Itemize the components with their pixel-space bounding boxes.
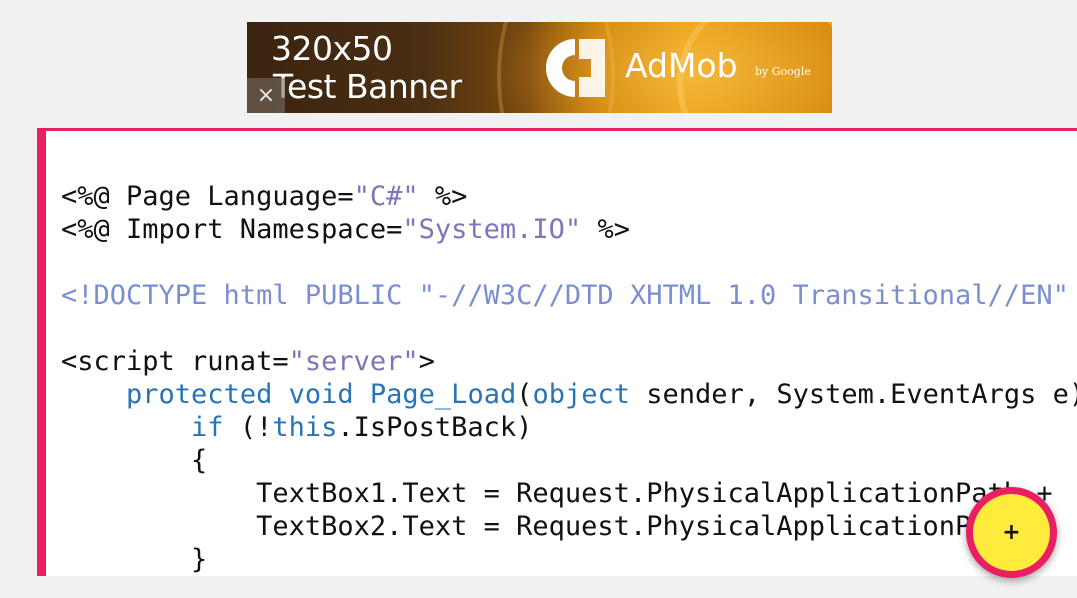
accent-bar	[37, 131, 46, 576]
code-token: .IsPostBack)	[337, 412, 533, 443]
ad-test-label: Test Banner	[273, 67, 462, 106]
code-line: <%@ Page Language="C#" %>	[61, 180, 1077, 213]
code-token: <script runat=	[61, 346, 289, 377]
plus-icon: +	[1002, 519, 1021, 545]
code-token: "server"	[288, 346, 419, 377]
ad-banner[interactable]: 320x50 Test Banner × AdMob by Google	[247, 22, 832, 113]
code-line: <script runat="server">	[61, 345, 1077, 378]
code-block: <%@ Page Language="C#" %> <%@ Import Name…	[61, 180, 1077, 576]
code-token: <!DOCTYPE html PUBLIC "-//W3C//DTD XHTML…	[61, 280, 1069, 311]
code-token: }	[61, 544, 208, 575]
code-line: }	[61, 543, 1077, 576]
code-token: (	[516, 379, 533, 410]
code-token: "C#"	[353, 181, 419, 212]
code-token: TextBox1.Text = Request.PhysicalApplicat…	[61, 478, 1069, 509]
code-token: <%@ Page Language=	[61, 181, 354, 212]
code-line: TextBox1.Text = Request.PhysicalApplicat…	[61, 477, 1077, 510]
code-token: (!	[223, 412, 273, 443]
ad-size-label: 320x50	[271, 29, 393, 68]
code-token: object	[532, 379, 631, 410]
code-token: protected	[126, 379, 273, 410]
code-token: this	[272, 412, 338, 443]
admob-logo	[545, 39, 605, 97]
code-token: void	[288, 379, 354, 410]
code-token: "System.IO"	[402, 214, 582, 245]
code-line: {	[61, 444, 1077, 477]
code-viewer: <%@ Page Language="C#" %> <%@ Import Name…	[37, 128, 1077, 576]
code-token: >	[418, 346, 435, 377]
admob-brand: AdMob	[625, 46, 738, 85]
code-token: Page_Load	[369, 379, 517, 410]
code-line: protected void Page_Load(object sender, …	[61, 378, 1077, 411]
code-line: <!DOCTYPE html PUBLIC "-//W3C//DTD XHTML…	[61, 279, 1077, 312]
code-token: TextBox2.Text = Request.PhysicalApplicat…	[61, 511, 1021, 542]
code-token: %>	[418, 181, 468, 212]
code-token: <%@ Import Namespace=	[61, 214, 403, 245]
code-token: %>	[581, 214, 630, 245]
close-icon[interactable]: ×	[247, 78, 285, 113]
by-google-label: by Google	[755, 65, 811, 78]
code-line: TextBox2.Text = Request.PhysicalApplicat…	[61, 510, 1077, 543]
code-token: if	[191, 412, 224, 443]
code-line: if (!this.IsPostBack)	[61, 411, 1077, 444]
code-token: {	[61, 445, 208, 476]
code-token: sender, System.EventArgs e)	[630, 379, 1077, 410]
add-button[interactable]: +	[966, 487, 1057, 578]
code-line: <%@ Import Namespace="System.IO" %>	[61, 213, 1077, 246]
